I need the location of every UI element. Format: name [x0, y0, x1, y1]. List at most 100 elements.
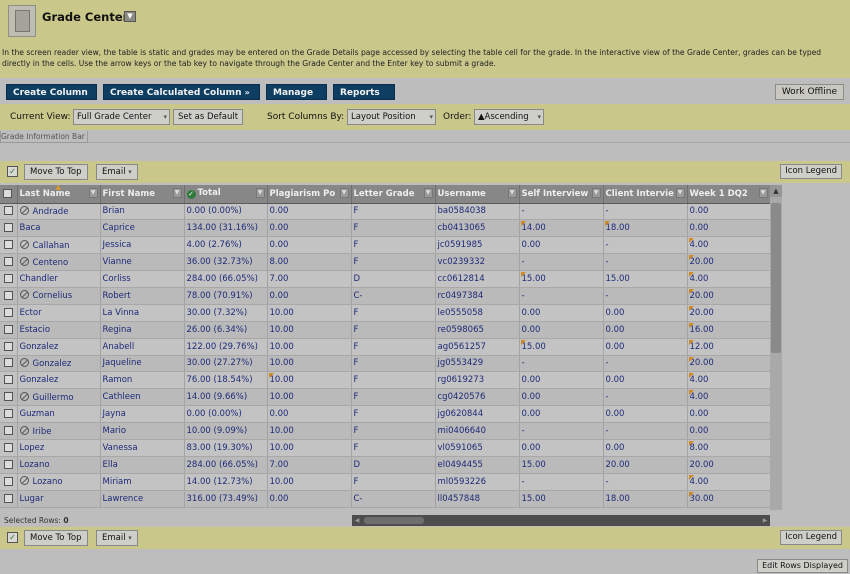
- grade-cell-self[interactable]: 0.00: [519, 405, 604, 424]
- column-header[interactable]: Plagiarism Po ▼: [267, 185, 352, 204]
- grade-cell-user[interactable]: ml0593226: [435, 473, 520, 491]
- grade-cell-total[interactable]: 284.00 (66.05%): [184, 456, 268, 474]
- grade-cell-total[interactable]: 0.00 (0.00%): [184, 203, 268, 221]
- select-all-check-icon[interactable]: ✓: [7, 532, 18, 543]
- grade-cell-user[interactable]: vc0239332: [435, 253, 520, 272]
- column-menu-icon[interactable]: ▼: [339, 188, 349, 198]
- column-menu-icon[interactable]: ▼: [88, 188, 98, 198]
- row-checkbox[interactable]: [0, 422, 18, 440]
- grade-cell-client[interactable]: 0.00: [603, 405, 688, 424]
- row-checkbox[interactable]: [0, 355, 18, 373]
- grade-cell-total[interactable]: 26.00 (6.34%): [184, 321, 268, 339]
- grade-cell-letter[interactable]: F: [351, 422, 436, 440]
- column-menu-icon[interactable]: ▼: [591, 188, 601, 198]
- grade-cell-letter[interactable]: F: [351, 321, 436, 339]
- grade-cell-client[interactable]: -: [603, 287, 688, 305]
- table-row[interactable]: Baca Caprice 134.00 (31.16%) 0.00 Fcb0413065…: [0, 219, 770, 238]
- grade-cell-dq[interactable]: 0.00: [687, 405, 770, 424]
- grade-cell-last[interactable]: Lopez: [17, 439, 101, 457]
- grade-cell-last[interactable]: Cornelius: [17, 287, 101, 305]
- horizontal-scroll-thumb[interactable]: [364, 517, 424, 524]
- grade-cell-self[interactable]: -: [519, 473, 604, 491]
- grade-cell-self[interactable]: -: [519, 422, 604, 440]
- grade-cell-user[interactable]: cb0413065: [435, 219, 520, 238]
- grade-cell-first[interactable]: Jessica: [100, 236, 185, 255]
- grade-cell-self[interactable]: 15.00: [519, 456, 604, 474]
- row-checkbox[interactable]: [0, 490, 18, 508]
- table-row[interactable]: Ector La Vinna 30.00 (7.32%) 10.00 Fle055505…: [0, 304, 770, 322]
- column-menu-icon[interactable]: ▼: [675, 188, 685, 198]
- grade-cell-self[interactable]: -: [519, 355, 604, 373]
- grade-cell-last[interactable]: Lugar: [17, 490, 101, 508]
- grade-cell-letter[interactable]: F: [351, 439, 436, 457]
- column-menu-icon[interactable]: ▼: [255, 188, 265, 198]
- grade-cell-dq[interactable]: 4.00: [687, 236, 770, 255]
- grade-cell-first[interactable]: Jaqueline: [100, 355, 185, 373]
- grade-cell-first[interactable]: Vanessa: [100, 439, 185, 457]
- column-menu-icon[interactable]: ▼: [507, 188, 517, 198]
- grade-cell-letter[interactable]: D: [351, 456, 436, 474]
- grade-cell-plag[interactable]: 0.00: [267, 236, 352, 255]
- grade-cell-letter[interactable]: F: [351, 304, 436, 322]
- grade-cell-user[interactable]: re0598065: [435, 321, 520, 339]
- grade-cell-client[interactable]: 0.00: [603, 321, 688, 339]
- grade-cell-client[interactable]: -: [603, 355, 688, 373]
- row-checkbox[interactable]: [0, 456, 18, 474]
- grade-cell-plag[interactable]: 10.00: [267, 355, 352, 373]
- grade-cell-first[interactable]: Miriam: [100, 473, 185, 491]
- grade-cell-plag[interactable]: 0.00: [267, 405, 352, 424]
- grade-cell-user[interactable]: el0494455: [435, 456, 520, 474]
- row-checkbox[interactable]: [0, 371, 18, 390]
- column-header[interactable]: Week 1 DQ2 ▼: [687, 185, 770, 204]
- grade-cell-client[interactable]: -: [603, 253, 688, 272]
- grade-cell-self[interactable]: 15.00: [519, 490, 604, 508]
- row-checkbox[interactable]: [0, 287, 18, 305]
- grade-cell-user[interactable]: jg0553429: [435, 355, 520, 373]
- move-to-top-button[interactable]: Move To Top: [24, 164, 88, 180]
- vertical-scrollbar[interactable]: ▲: [770, 185, 782, 510]
- grade-cell-first[interactable]: Jayna: [100, 405, 185, 424]
- grade-cell-client[interactable]: 0.00: [603, 371, 688, 390]
- row-checkbox[interactable]: [0, 439, 18, 457]
- select-all-checkbox[interactable]: [0, 185, 18, 204]
- grade-cell-plag[interactable]: 10.00: [267, 473, 352, 491]
- grade-cell-first[interactable]: Caprice: [100, 219, 185, 238]
- grade-cell-dq[interactable]: 4.00: [687, 371, 770, 390]
- grade-cell-user[interactable]: rc0497384: [435, 287, 520, 305]
- grade-cell-user[interactable]: mi0406640: [435, 422, 520, 440]
- grade-cell-dq[interactable]: 0.00: [687, 219, 770, 238]
- row-checkbox[interactable]: [0, 253, 18, 272]
- grade-cell-dq[interactable]: 20.00: [687, 355, 770, 373]
- row-checkbox[interactable]: [0, 388, 18, 407]
- grade-cell-user[interactable]: jg0620844: [435, 405, 520, 424]
- grade-cell-dq[interactable]: 20.00: [687, 456, 770, 474]
- column-header[interactable]: Client Intervie ▼: [603, 185, 688, 204]
- grade-cell-plag[interactable]: 0.00: [267, 219, 352, 238]
- grade-cell-self[interactable]: 0.00: [519, 439, 604, 457]
- table-row[interactable]: Lopez Vanessa 83.00 (19.30%) 10.00 Fvl059106…: [0, 439, 770, 457]
- grade-cell-dq[interactable]: 12.00: [687, 338, 770, 356]
- table-row[interactable]: Gonzalez Anabell 122.00 (29.76%) 10.00 Fag05…: [0, 338, 770, 356]
- sort-columns-select[interactable]: Layout Position ▾: [347, 109, 436, 125]
- column-header[interactable]: First Name ▼: [100, 185, 185, 204]
- grade-cell-letter[interactable]: F: [351, 405, 436, 424]
- scroll-left-icon[interactable]: ◀: [352, 515, 362, 526]
- grade-cell-user[interactable]: le0555058: [435, 304, 520, 322]
- grade-cell-user[interactable]: ba0584038: [435, 203, 520, 221]
- grade-cell-user[interactable]: cg0420576: [435, 388, 520, 407]
- table-row[interactable]: Guillermo Cathleen 14.00 (9.66%) 10.00 Fcg04…: [0, 388, 770, 407]
- grade-cell-client[interactable]: 15.00: [603, 270, 688, 288]
- grade-cell-letter[interactable]: F: [351, 236, 436, 255]
- work-offline-button[interactable]: Work Offline: [774, 84, 844, 100]
- grade-cell-client[interactable]: 20.00: [603, 456, 688, 474]
- grade-cell-total[interactable]: 134.00 (31.16%): [184, 219, 268, 238]
- grade-cell-last[interactable]: Andrade: [17, 203, 101, 221]
- grade-cell-first[interactable]: Robert: [100, 287, 185, 305]
- grade-cell-self[interactable]: 0.00: [519, 304, 604, 322]
- current-view-select[interactable]: Full Grade Center ▾: [73, 109, 170, 125]
- grade-cell-letter[interactable]: F: [351, 355, 436, 373]
- grade-cell-first[interactable]: Ramon: [100, 371, 185, 390]
- table-row[interactable]: Chandler Corliss 284.00 (66.05%) 7.00 Dcc061…: [0, 270, 770, 288]
- reports-button[interactable]: Reports »: [333, 84, 395, 113]
- grade-cell-last[interactable]: Lozano: [17, 473, 101, 491]
